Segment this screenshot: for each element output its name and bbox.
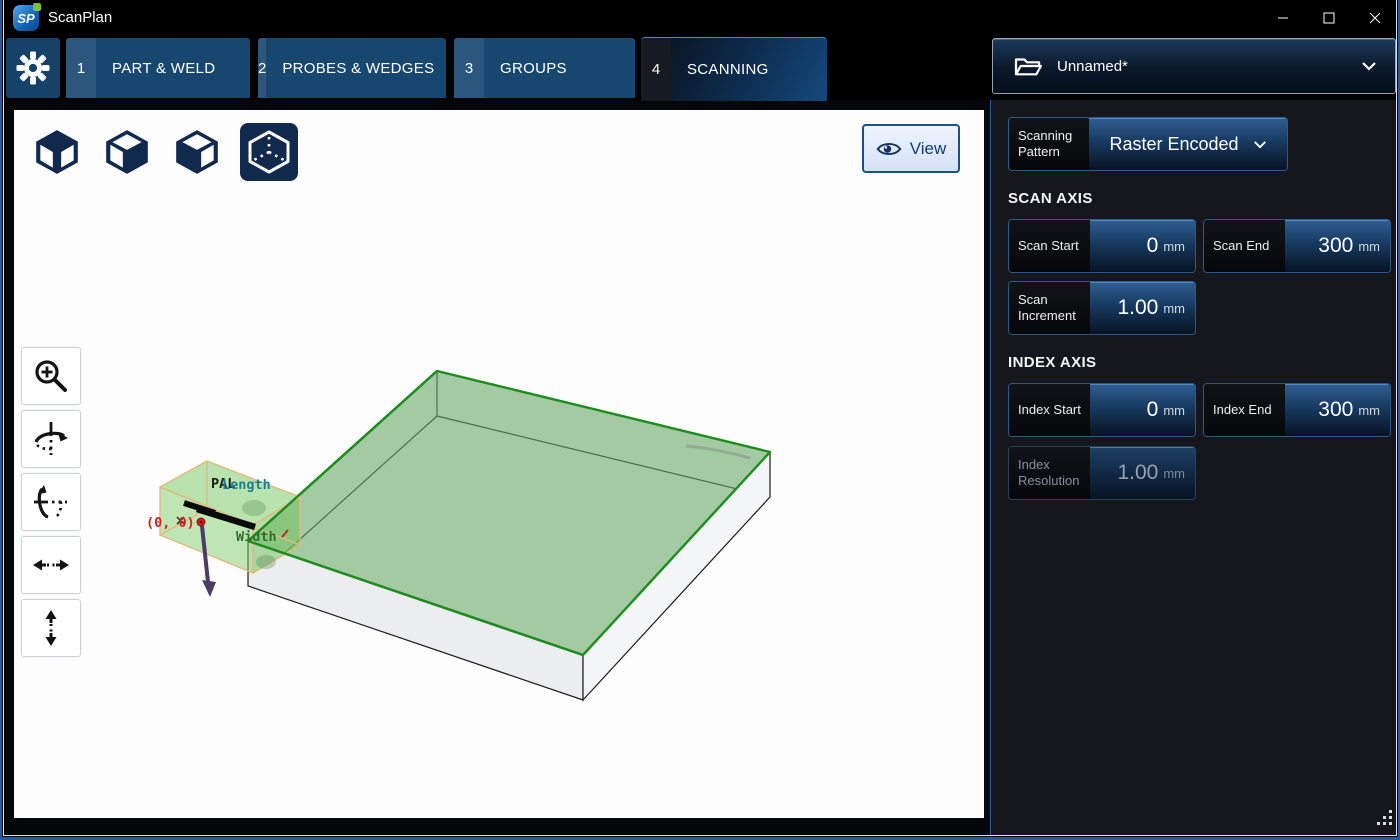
view-cube-top-button[interactable] [100,125,154,179]
field-value: 0 [1147,234,1159,258]
maximize-icon [1323,12,1335,24]
origin-marker-center [200,521,203,524]
field-value: 1.00 [1117,461,1158,485]
field-label: Index Resolution [1018,457,1084,490]
origin-label: (0, 0) [146,515,195,531]
width-label: Width [236,529,277,545]
view-cube-front-button[interactable] [30,125,84,179]
settings-button[interactable] [6,38,60,98]
chevron-down-icon [1253,140,1267,149]
field-label: Scan Start [1018,238,1079,254]
view-cube-iso-button[interactable] [240,123,298,181]
view-button[interactable]: View [862,124,960,173]
eye-icon [876,140,902,158]
tab-label: GROUPS [484,38,583,98]
gear-icon [15,50,51,86]
probe-shadow [242,500,266,516]
field-label: Scan End [1213,238,1269,254]
rotate-vertical-tool-button[interactable] [21,473,81,531]
scene-3d[interactable]: (0, 0) PAL Length Width [14,110,984,818]
tab-label: SCANNING [671,38,785,101]
app-window: SP ScanPlan [0,0,1400,840]
tab-label: PROBES & WEDGES [266,38,446,98]
probe-shadow [256,555,276,569]
orbit-vertical-icon [31,482,71,522]
window-title: ScanPlan [48,0,112,36]
field-scan-end[interactable]: Scan End 300 mm [1203,219,1391,273]
resize-grip[interactable] [1377,810,1395,833]
field-value: 300 [1318,234,1353,258]
scanning-pattern-value: Raster Encoded [1109,134,1238,155]
tab-probes-wedges[interactable]: 2 PROBES & WEDGES [258,38,446,98]
pan-horizontal-icon [31,545,71,585]
cube-top-icon [102,127,152,177]
view-orientation-toolbar [30,122,298,182]
field-index-resolution: Index Resolution 1.00 mm [1008,446,1196,500]
tab-number: 3 [454,38,484,98]
length-label: Length [222,477,271,493]
close-button[interactable] [1352,0,1398,36]
tab-scanning[interactable]: 4 SCANNING [641,37,827,101]
camera-toolbar [21,347,81,657]
cube-side-icon [172,127,222,177]
project-name: Unnamed* [1057,58,1128,75]
field-label: Index End [1213,402,1272,418]
project-selector[interactable]: Unnamed* [992,38,1396,94]
minimize-button[interactable] [1260,0,1306,36]
field-unit: mm [1358,403,1380,418]
title-bar: SP ScanPlan [0,0,1400,36]
cube-iso-icon [245,128,293,176]
field-scan-increment[interactable]: Scan Increment 1.00 mm [1008,281,1196,335]
pan-vertical-icon [31,608,71,648]
tab-bar: 1 PART & WELD 2 PROBES & WEDGES 3 GROUPS… [0,36,1400,100]
field-value: 1.00 [1117,296,1158,320]
field-unit: mm [1163,466,1185,481]
chevron-down-icon [1361,61,1377,71]
cube-front-icon [32,127,82,177]
field-value: 0 [1147,398,1159,422]
app-logo-text: SP [17,11,34,26]
field-index-end[interactable]: Index End 300 mm [1203,383,1391,437]
tab-label: PART & WELD [96,38,231,98]
folder-open-icon [1013,54,1043,78]
field-unit: mm [1163,301,1185,316]
field-scan-start[interactable]: Scan Start 0 mm [1008,219,1196,273]
scanning-pattern-label: Scanning Pattern [1018,128,1083,161]
maximize-button[interactable] [1306,0,1352,36]
resize-grip-icon [1377,810,1395,828]
field-label: Index Start [1018,402,1081,418]
view-cube-side-button[interactable] [170,125,224,179]
zoom-tool-button[interactable] [21,347,81,405]
view-button-label: View [910,139,947,159]
pan-vertical-tool-button[interactable] [21,599,81,657]
tab-part-weld[interactable]: 1 PART & WELD [66,38,250,98]
orbit-horizontal-icon [31,419,71,459]
close-icon [1369,12,1381,24]
viewport-3d[interactable]: (0, 0) PAL Length Width [14,110,984,818]
field-unit: mm [1358,239,1380,254]
tab-groups[interactable]: 3 GROUPS [454,38,635,98]
field-index-start[interactable]: Index Start 0 mm [1008,383,1196,437]
scanning-settings-panel: Scanning Pattern Raster Encoded SCAN AXI… [990,100,1397,836]
tab-number: 4 [641,38,671,101]
zoom-in-icon [31,356,71,396]
field-label: Scan Increment [1018,292,1084,325]
index-axis-header: INDEX AXIS [1008,354,1096,371]
field-unit: mm [1163,403,1185,418]
scan-axis-header: SCAN AXIS [1008,190,1093,207]
app-logo-icon: SP [13,5,39,31]
pan-horizontal-tool-button[interactable] [21,536,81,594]
tab-number: 2 [258,38,266,98]
scanning-pattern-field[interactable]: Scanning Pattern Raster Encoded [1008,117,1288,171]
minimize-icon [1277,12,1289,24]
field-unit: mm [1163,239,1185,254]
field-value: 300 [1318,398,1353,422]
rotate-horizontal-tool-button[interactable] [21,410,81,468]
tab-number: 1 [66,38,96,98]
